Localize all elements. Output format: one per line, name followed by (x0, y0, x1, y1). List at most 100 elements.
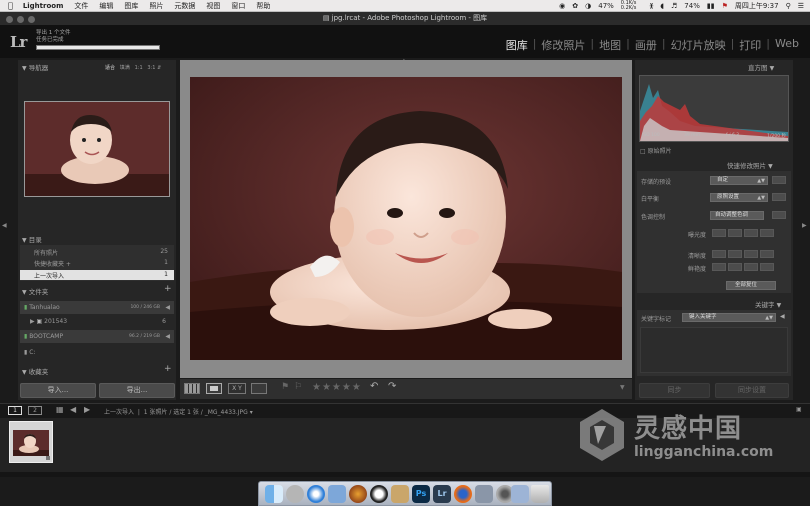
clarity-increase[interactable] (744, 250, 758, 258)
module-map[interactable]: 地图 (596, 37, 624, 53)
qq-icon[interactable] (370, 485, 388, 503)
rotate-right-icon[interactable]: ↷ (388, 381, 396, 392)
survey-view-icon[interactable] (251, 383, 267, 394)
menu-app[interactable]: Lightroom (23, 2, 64, 10)
search-icon[interactable]: ⚲ (786, 2, 791, 10)
reset-all-button[interactable]: 全部复位 (726, 281, 776, 290)
quick-develop-collapse-icon[interactable]: ▼ (768, 163, 773, 170)
finder-icon[interactable] (265, 485, 283, 503)
histogram-collapse-icon[interactable]: ▼ (770, 65, 775, 72)
folders-header[interactable]: ▼ 文件夹 (22, 286, 48, 296)
volume-c[interactable]: ▮ C: (24, 349, 35, 356)
main-window-button[interactable]: 1 (8, 406, 22, 415)
tools-icon[interactable] (475, 485, 493, 503)
zoom-menu-icon[interactable]: ⇵ (157, 65, 161, 71)
menu-file[interactable]: 文件 (74, 1, 88, 11)
vibrance-increase[interactable] (744, 263, 758, 271)
auto-tone-button[interactable]: 自动调整色调 (710, 211, 764, 220)
vibrance-increase-large[interactable] (760, 263, 774, 271)
mail-icon[interactable] (328, 485, 346, 503)
folder-201543[interactable]: ▶ ▣ 201543 6 (30, 318, 170, 325)
module-develop[interactable]: 修改照片 (538, 37, 588, 53)
filmstrip-source[interactable]: 上一次导入 | 1 张照片 / 选定 1 张 / _MG_4433.JPG ▾ (104, 407, 253, 416)
apple-icon[interactable]:  (8, 1, 13, 10)
list-icon[interactable]: ☰ (798, 2, 804, 10)
record-icon[interactable]: ◉ (559, 2, 565, 10)
game-icon[interactable] (349, 485, 367, 503)
menu-help[interactable]: 帮助 (256, 1, 270, 11)
star-rating[interactable]: ★★★★★ (312, 382, 362, 393)
exposure-increase-large[interactable] (760, 229, 774, 237)
source-dropdown-icon[interactable]: ▾ (250, 409, 253, 416)
folder-disclosure-icon[interactable]: ▶ (30, 318, 35, 325)
add-collection-icon[interactable]: + (164, 364, 172, 374)
trash-icon[interactable] (531, 485, 549, 503)
menu-photo[interactable]: 照片 (149, 1, 163, 11)
collections-collapse-icon[interactable]: ▼ (22, 369, 27, 376)
rotate-left-icon[interactable]: ↶ (370, 381, 378, 392)
secondary-window-button[interactable]: 2 (28, 406, 42, 415)
catalog-item-quick[interactable]: 快捷收藏夹 + 1 (34, 259, 172, 268)
loupe-view-icon[interactable] (206, 383, 222, 394)
exposure-decrease-large[interactable] (712, 229, 726, 237)
zoom-1-1[interactable]: 1:1 (135, 65, 143, 71)
menu-edit[interactable]: 编辑 (99, 1, 113, 11)
quick-develop-header[interactable]: 快速修改照片 ▼ (727, 160, 773, 170)
firefox-icon[interactable] (454, 485, 472, 503)
clarity-increase-large[interactable] (760, 250, 774, 258)
keywording-collapse-icon[interactable]: ▼ (777, 302, 782, 309)
catalog-collapse-icon[interactable]: ▼ (22, 237, 27, 244)
lightroom-dock-icon[interactable]: Lr (433, 485, 451, 503)
navigator-preview[interactable] (24, 101, 170, 197)
module-print[interactable]: 打印 (736, 37, 764, 53)
keywording-collapse-icon-2[interactable]: ◀ (780, 313, 785, 320)
exposure-decrease[interactable] (728, 229, 742, 237)
volume-icon[interactable]: ♬ (671, 2, 677, 10)
safari-icon[interactable] (307, 485, 325, 503)
menu-window[interactable]: 窗口 (231, 1, 245, 11)
module-library[interactable]: 图库 (503, 37, 531, 53)
keyword-tags-select[interactable]: 键入关键字 ▲▼ (682, 313, 776, 322)
saved-preset-toggle[interactable] (772, 176, 786, 184)
minimize-window-button[interactable] (17, 16, 24, 23)
zoom-fit[interactable]: 适合 (105, 65, 115, 71)
zoom-3-1[interactable]: 3:1 (147, 65, 155, 71)
collections-header[interactable]: ▼ 收藏夹 (22, 366, 48, 376)
back-arrow-icon[interactable]: ◀ (70, 405, 76, 414)
toolbar-menu-icon[interactable]: ▼ (620, 384, 625, 391)
right-panel-collapse-icon[interactable]: ▶ (802, 222, 807, 229)
battery-status-icon[interactable]: ▮▮ (707, 2, 715, 10)
main-photo[interactable] (190, 77, 622, 360)
compare-view-icon[interactable]: X Y (228, 383, 246, 394)
messages-icon[interactable] (391, 485, 409, 503)
clarity-decrease-large[interactable] (712, 250, 726, 258)
downloads-icon[interactable] (511, 485, 529, 503)
left-panel-collapse-icon[interactable]: ◀ (2, 222, 7, 229)
catalog-item-all[interactable]: 所有照片 25 (34, 248, 172, 257)
histogram-header[interactable]: 直方图 ▼ (748, 62, 774, 72)
sync-settings-button[interactable]: 同步设置 (715, 383, 789, 398)
zoom-fill[interactable]: 填满 (120, 65, 130, 71)
flag-icon[interactable]: ⚑ (722, 2, 728, 10)
export-button[interactable]: 导出... (99, 383, 175, 398)
exposure-increase[interactable] (744, 229, 758, 237)
original-photo-icon[interactable]: □ (640, 148, 646, 155)
wifi-icon[interactable]: ◖ (660, 2, 664, 10)
navigator-header[interactable]: ▼ 导航器 (22, 62, 48, 72)
launchpad-icon[interactable] (286, 485, 304, 503)
battery-icon[interactable]: ◑ (585, 2, 591, 10)
menu-library[interactable]: 图库 (124, 1, 138, 11)
clock[interactable]: 周四上午9:37 (735, 1, 779, 11)
volume-collapse-icon[interactable]: ◀ (165, 304, 170, 311)
photoshop-icon[interactable]: Ps (412, 485, 430, 503)
catalog-header[interactable]: ▼ 目录 (22, 234, 42, 244)
close-window-button[interactable] (6, 16, 13, 23)
white-balance-toggle[interactable] (772, 193, 786, 201)
white-balance-select[interactable]: 原照设置 ▲▼ (710, 193, 768, 202)
keywording-header[interactable]: 关键字 ▼ (755, 299, 781, 309)
module-slideshow[interactable]: 幻灯片放映 (668, 37, 729, 53)
module-book[interactable]: 画册 (632, 37, 660, 53)
tone-control-toggle[interactable] (772, 211, 786, 219)
keyword-text-area[interactable] (640, 327, 788, 373)
zoom-window-button[interactable] (28, 16, 35, 23)
